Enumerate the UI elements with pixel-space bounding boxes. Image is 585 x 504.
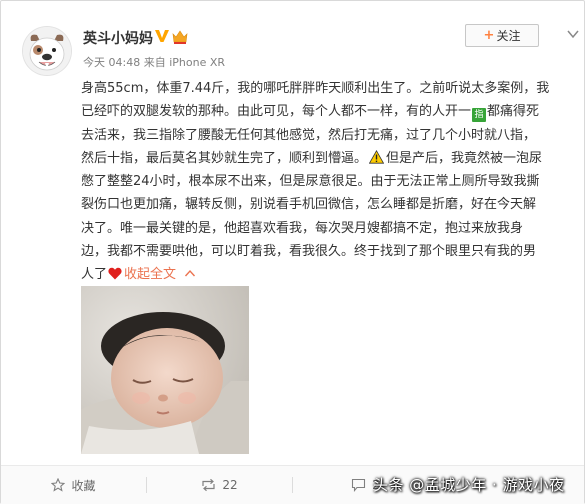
repost-count: 22 <box>222 478 238 492</box>
post-text-segment: 然后十指，最后莫名其妙就生完了，顺利到懵逼。 <box>81 150 368 166</box>
plus-icon: + <box>483 28 495 43</box>
post-photo[interactable] <box>81 286 249 454</box>
source-prefix: 来自 <box>143 56 166 69</box>
star-icon <box>51 478 66 492</box>
post-text: 身高55cm，体重7.44斤，我的哪吒胖胖昨天顺利出生了。之前听说太多案例，我 … <box>81 77 581 287</box>
post-text-segment: 但是产后，我竟然被一泡尿 <box>386 150 543 166</box>
collapse-full-text-link[interactable]: 收起全文 <box>124 267 176 282</box>
bulldog-avatar-image <box>23 27 71 75</box>
user-avatar[interactable] <box>23 27 71 75</box>
post-line: 然后十指，最后莫名其妙就生完了，顺利到懵逼。 但是产后，我竟然被一泡尿 <box>81 147 581 170</box>
baby-photo-image <box>81 286 249 454</box>
repost-icon <box>202 478 215 492</box>
post-line: 裂伤口也更加痛，辗转反侧，别说看手机回微信，怎么睡都是折磨，好在今天解 <box>81 197 537 213</box>
vip-crown-icon[interactable] <box>172 30 188 44</box>
watermark-text: 头条 @孟城少年 · 游戏小夜 <box>373 475 565 494</box>
favorite-button[interactable]: 收藏 <box>1 466 146 504</box>
post-line: 憋了整整24小时，根本尿不出来，但是尿意很足。由于无法正常上厕所导致我撕 <box>81 174 540 190</box>
follow-label: 关注 <box>496 29 521 43</box>
repost-button[interactable]: 22 <box>147 466 292 504</box>
post-time[interactable]: 今天 04:48 <box>83 56 140 69</box>
post-line: 去活来，我三指除了腰酸无任何其他感觉，然后打无痛，过了几个小时就八指， <box>81 127 537 143</box>
post-line: 决了。唯一最关键的是，他超喜欢看我，每次哭月嫂都搞不定，抱过来放我身 <box>81 220 524 236</box>
post-line: 身高55cm，体重7.44斤，我的哪吒胖胖昨天顺利出生了。之前听说太多案例，我 <box>81 81 550 96</box>
post-text-segment: 都痛得死 <box>487 104 540 120</box>
heart-icon <box>108 268 122 280</box>
username[interactable]: 英斗小妈妈 <box>83 28 153 48</box>
chevron-up-icon[interactable] <box>184 269 196 277</box>
warning-icon <box>369 149 385 164</box>
post-line: 边，我都不需要哄他，可以盯着我，看我很久。终于找到了那个眼里只有我的男 <box>81 244 537 260</box>
post-line: 人了 收起全文 <box>81 263 581 286</box>
chevron-down-icon[interactable] <box>566 27 580 41</box>
finger-emoji-icon: 指 <box>472 108 487 123</box>
favorite-label: 收藏 <box>71 478 96 493</box>
post-meta: 今天 04:48 来自 iPhone XR <box>83 54 225 70</box>
post-line: 已经吓的双腿发软的那种。由此可见，每个人都不一样，有的人开一指都痛得死 <box>81 100 581 123</box>
post-source: iPhone XR <box>169 56 226 69</box>
post-text-segment: 已经吓的双腿发软的那种。由此可见，每个人都不一样，有的人开一 <box>81 104 472 120</box>
verified-v-icon <box>155 30 169 42</box>
comment-icon <box>352 478 366 492</box>
post-text-segment: 人了 <box>81 267 108 283</box>
follow-button[interactable]: + 关注 <box>465 24 539 47</box>
weibo-post-card: 英斗小妈妈 今天 04:48 来自 iPhone XR + 关注 身高55cm，… <box>0 0 585 504</box>
